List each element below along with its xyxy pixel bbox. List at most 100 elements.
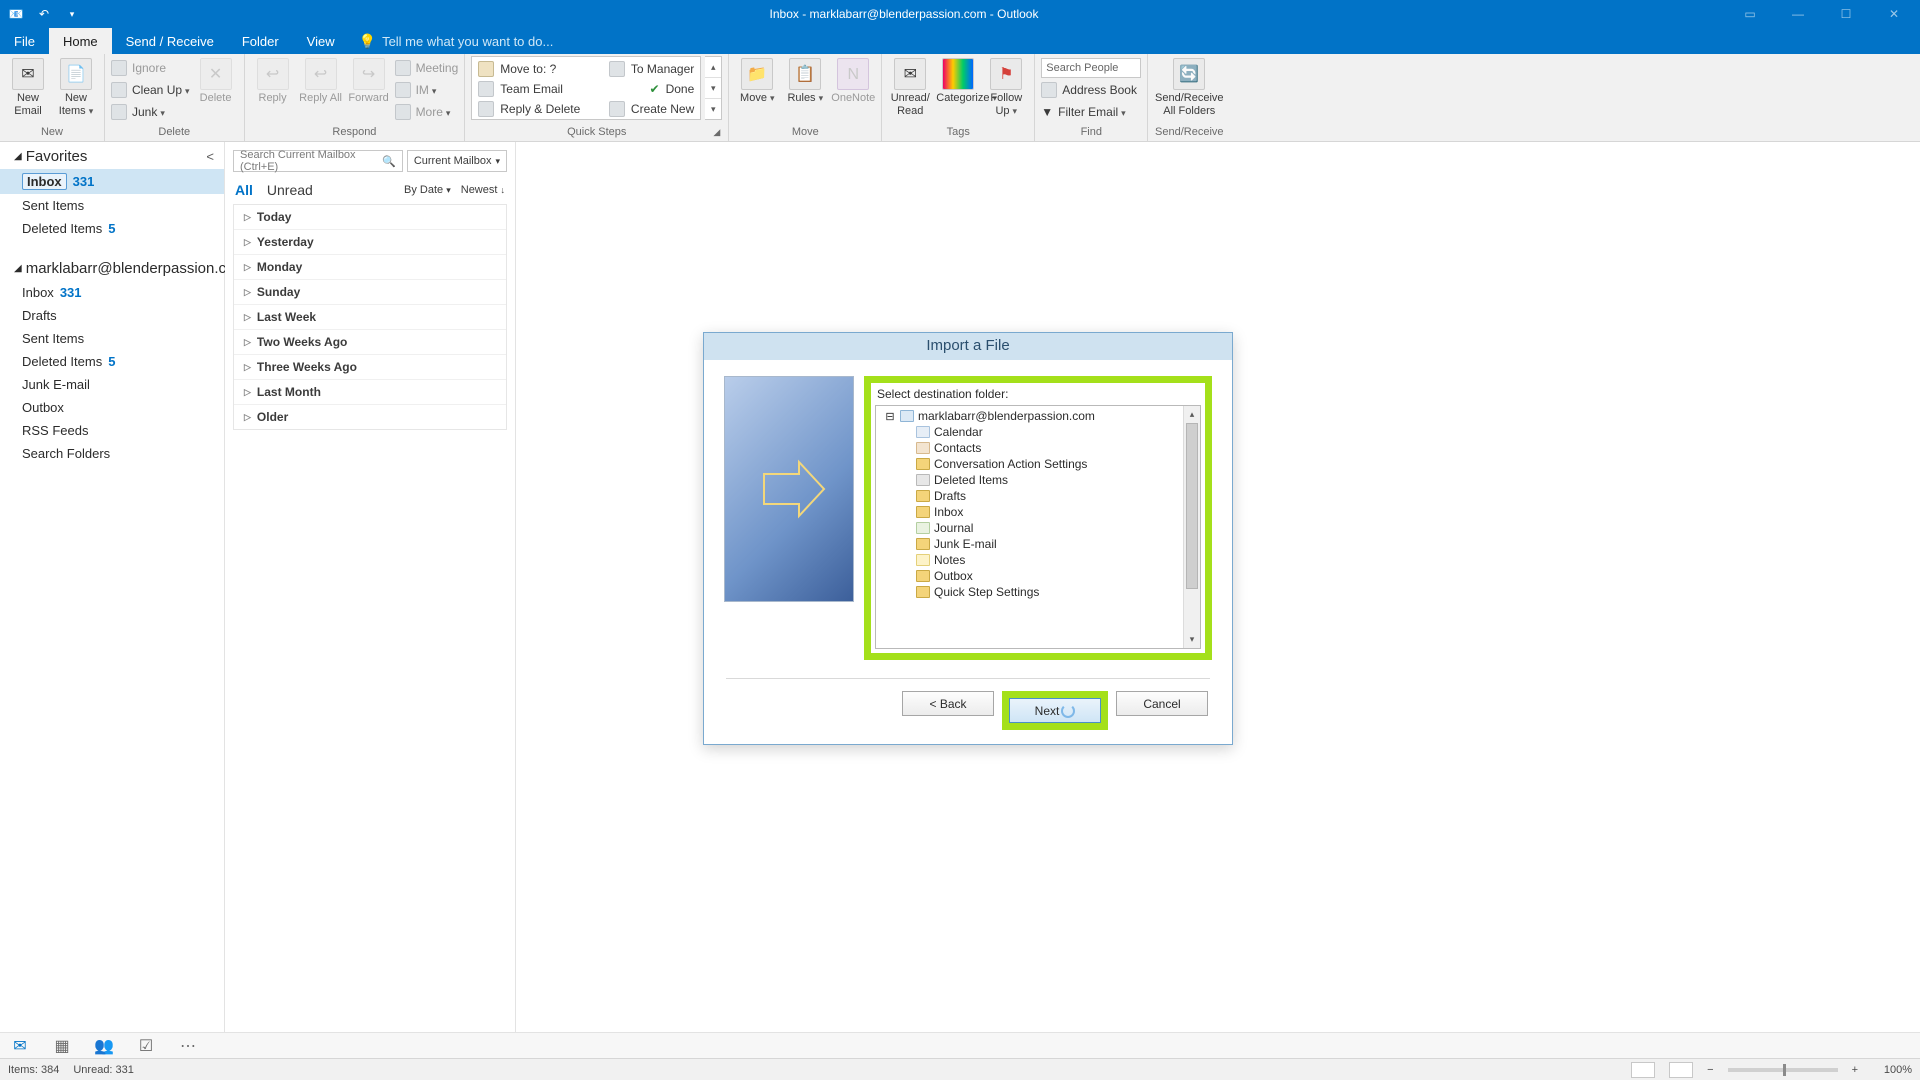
tasks-module-icon[interactable]: ☑ bbox=[136, 1036, 156, 1056]
tree-journal[interactable]: Journal bbox=[876, 520, 1183, 536]
delete-button[interactable]: ✕Delete bbox=[194, 56, 238, 105]
search-people-input[interactable]: Search People bbox=[1041, 58, 1141, 78]
qat-customize-icon[interactable]: ▾ bbox=[64, 6, 80, 22]
mail-module-icon[interactable]: ✉ bbox=[10, 1036, 30, 1056]
more-button[interactable]: More bbox=[395, 102, 459, 122]
calendar-module-icon[interactable]: ▦ bbox=[52, 1036, 72, 1056]
junk-button[interactable]: Junk bbox=[111, 102, 190, 122]
categorize-button[interactable]: Categorize bbox=[936, 56, 980, 105]
fav-deleted-items[interactable]: Deleted Items5 bbox=[0, 217, 224, 240]
folder-search[interactable]: Search Folders bbox=[0, 442, 224, 465]
im-button[interactable]: IM bbox=[395, 80, 459, 100]
zoom-slider[interactable] bbox=[1728, 1068, 1838, 1072]
meeting-button[interactable]: Meeting bbox=[395, 58, 459, 78]
sort-newest[interactable]: Newest ↓ bbox=[461, 184, 505, 196]
undo-icon[interactable]: ↶ bbox=[36, 6, 52, 22]
new-items-button[interactable]: 📄New Items bbox=[54, 56, 98, 118]
tree-deleted[interactable]: Deleted Items bbox=[876, 472, 1183, 488]
group-today[interactable]: ▷Today bbox=[234, 205, 506, 230]
unread-read-button[interactable]: ✉Unread/ Read bbox=[888, 56, 932, 118]
minus-icon[interactable]: ⊟ bbox=[884, 410, 896, 423]
minimize-icon[interactable]: — bbox=[1776, 0, 1820, 28]
view-normal-icon[interactable] bbox=[1631, 1062, 1655, 1078]
scroll-up-icon[interactable]: ▴ bbox=[1184, 406, 1200, 423]
tell-me-search[interactable]: 💡 Tell me what you want to do... bbox=[349, 28, 554, 54]
tree-conv-action[interactable]: Conversation Action Settings bbox=[876, 456, 1183, 472]
people-module-icon[interactable]: 👥 bbox=[94, 1036, 114, 1056]
folder-tree[interactable]: ⊟marklabarr@blenderpassion.com Calendar … bbox=[875, 405, 1201, 649]
reply-button[interactable]: ↩Reply bbox=[251, 56, 295, 105]
filter-all[interactable]: All bbox=[235, 182, 253, 198]
group-monday[interactable]: ▷Monday bbox=[234, 255, 506, 280]
zoom-out-icon[interactable]: − bbox=[1707, 1064, 1713, 1076]
chevron-down-icon[interactable]: ▾ bbox=[705, 78, 721, 99]
filter-unread[interactable]: Unread bbox=[267, 182, 313, 198]
search-scope-dropdown[interactable]: Current Mailbox▾ bbox=[407, 150, 507, 172]
tree-contacts[interactable]: Contacts bbox=[876, 440, 1183, 456]
view-reading-icon[interactable] bbox=[1669, 1062, 1693, 1078]
back-button[interactable]: < Back bbox=[902, 691, 994, 716]
tab-home[interactable]: Home bbox=[49, 28, 112, 54]
favorites-header[interactable]: ◢Favorites< bbox=[0, 142, 224, 169]
quick-steps-gallery[interactable]: Move to: ?To Manager Team Email✔Done Rep… bbox=[471, 56, 701, 120]
address-book-button[interactable]: Address Book bbox=[1041, 80, 1141, 100]
fav-inbox[interactable]: Inbox331 bbox=[0, 169, 224, 194]
folder-inbox[interactable]: Inbox331 bbox=[0, 281, 224, 304]
tree-quickstep[interactable]: Quick Step Settings bbox=[876, 584, 1183, 600]
folder-outbox[interactable]: Outbox bbox=[0, 396, 224, 419]
tree-inbox[interactable]: Inbox bbox=[876, 504, 1183, 520]
folder-sent-items[interactable]: Sent Items bbox=[0, 327, 224, 350]
sort-by-date[interactable]: By Date ▾ bbox=[404, 184, 451, 196]
scroll-down-icon[interactable]: ▾ bbox=[1184, 631, 1200, 648]
ribbon-display-icon[interactable]: ▭ bbox=[1728, 0, 1772, 28]
tree-calendar[interactable]: Calendar bbox=[876, 424, 1183, 440]
send-receive-button[interactable]: 🔄Send/Receive All Folders bbox=[1154, 56, 1224, 118]
filter-email-button[interactable]: ▼Filter Email bbox=[1041, 102, 1141, 122]
group-yesterday[interactable]: ▷Yesterday bbox=[234, 230, 506, 255]
move-button[interactable]: 📁Move bbox=[735, 56, 779, 105]
tree-drafts[interactable]: Drafts bbox=[876, 488, 1183, 504]
tree-notes[interactable]: Notes bbox=[876, 552, 1183, 568]
folder-junk[interactable]: Junk E-mail bbox=[0, 373, 224, 396]
tab-file[interactable]: File bbox=[0, 28, 49, 54]
zoom-in-icon[interactable]: + bbox=[1852, 1064, 1858, 1076]
tree-root-account[interactable]: ⊟marklabarr@blenderpassion.com bbox=[876, 408, 1183, 424]
folder-deleted-items[interactable]: Deleted Items5 bbox=[0, 350, 224, 373]
group-last-month[interactable]: ▷Last Month bbox=[234, 380, 506, 405]
cleanup-button[interactable]: Clean Up bbox=[111, 80, 190, 100]
tab-view[interactable]: View bbox=[293, 28, 349, 54]
reply-all-button[interactable]: ↩Reply All bbox=[299, 56, 343, 105]
next-button[interactable]: Next bbox=[1009, 698, 1101, 723]
dialog-launcher-icon[interactable]: ◢ bbox=[713, 127, 720, 138]
new-email-button[interactable]: ✉New Email bbox=[6, 56, 50, 118]
group-sunday[interactable]: ▷Sunday bbox=[234, 280, 506, 305]
more-modules-icon[interactable]: ⋯ bbox=[178, 1036, 198, 1056]
tree-scrollbar[interactable]: ▴ ▾ bbox=[1183, 406, 1200, 648]
chevron-up-icon[interactable]: ▴ bbox=[705, 57, 721, 78]
group-three-weeks[interactable]: ▷Three Weeks Ago bbox=[234, 355, 506, 380]
close-icon[interactable]: ✕ bbox=[1872, 0, 1916, 28]
ignore-button[interactable]: Ignore bbox=[111, 58, 190, 78]
group-older[interactable]: ▷Older bbox=[234, 405, 506, 429]
nav-collapse-icon[interactable]: < bbox=[206, 149, 214, 164]
maximize-icon[interactable]: ☐ bbox=[1824, 0, 1868, 28]
group-last-week[interactable]: ▷Last Week bbox=[234, 305, 506, 330]
scroll-thumb[interactable] bbox=[1186, 423, 1198, 589]
cancel-button[interactable]: Cancel bbox=[1116, 691, 1208, 716]
tree-outbox[interactable]: Outbox bbox=[876, 568, 1183, 584]
folder-rss[interactable]: RSS Feeds bbox=[0, 419, 224, 442]
tree-junk[interactable]: Junk E-mail bbox=[876, 536, 1183, 552]
folder-drafts[interactable]: Drafts bbox=[0, 304, 224, 327]
quick-steps-nav[interactable]: ▴▾▾ bbox=[705, 56, 722, 120]
follow-up-button[interactable]: ⚑Follow Up bbox=[984, 56, 1028, 118]
tab-folder[interactable]: Folder bbox=[228, 28, 293, 54]
group-two-weeks[interactable]: ▷Two Weeks Ago bbox=[234, 330, 506, 355]
quick-steps-more-icon[interactable]: ▾ bbox=[705, 99, 721, 119]
search-mailbox-input[interactable]: Search Current Mailbox (Ctrl+E)🔍 bbox=[233, 150, 403, 172]
fav-sent-items[interactable]: Sent Items bbox=[0, 194, 224, 217]
onenote-button[interactable]: NOneNote bbox=[831, 56, 875, 105]
account-header[interactable]: ◢marklabarr@blenderpassion.co... bbox=[0, 254, 224, 281]
forward-button[interactable]: ↪Forward bbox=[347, 56, 391, 105]
tab-send-receive[interactable]: Send / Receive bbox=[112, 28, 228, 54]
rules-button[interactable]: 📋Rules bbox=[783, 56, 827, 105]
